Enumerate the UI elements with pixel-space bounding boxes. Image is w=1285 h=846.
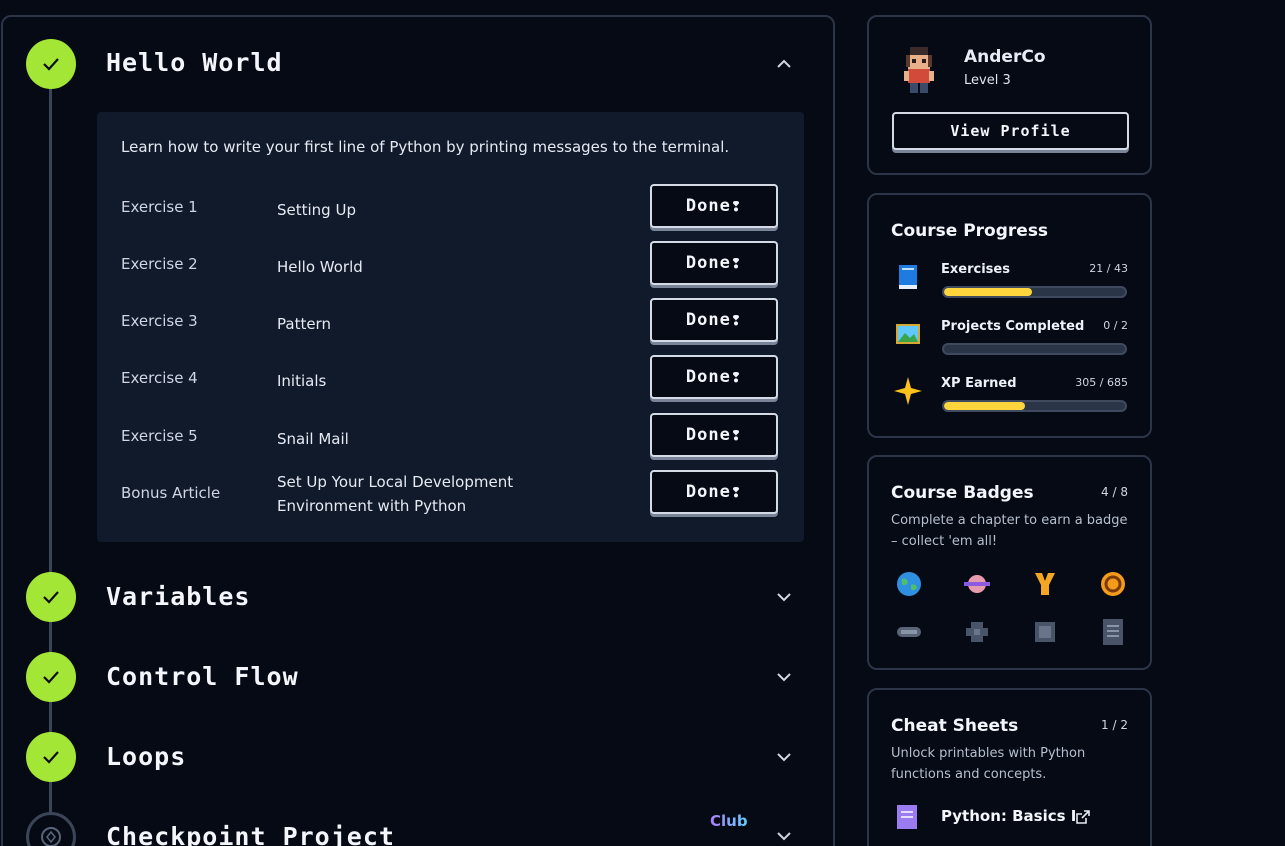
loop-badge-icon[interactable] <box>1098 569 1128 599</box>
chapter-title-hello-world[interactable]: Hello World <box>106 48 283 77</box>
cheat-sheets-title: Cheat Sheets <box>891 716 1019 736</box>
progress-bar <box>942 343 1127 355</box>
book-icon <box>899 265 917 289</box>
avatar <box>904 47 934 93</box>
trophy-badge-icon[interactable] <box>1030 569 1060 599</box>
progress-value: 305 / 685 <box>1075 376 1128 389</box>
chapter-complete-check-icon <box>26 572 76 622</box>
landscape-icon <box>896 324 920 344</box>
progress-value: 21 / 43 <box>1089 262 1128 275</box>
profile-card: AnderCo Level 3 View Profile <box>867 15 1152 175</box>
exercise-row: Exercise 5 Snail Mail Done❢ <box>97 413 804 459</box>
chapter-content-panel: Learn how to write your first line of Py… <box>97 112 804 542</box>
chip-badge-icon[interactable] <box>1030 617 1060 647</box>
progress-label: Projects Completed <box>941 319 1085 334</box>
chapter-complete-check-icon <box>26 39 76 89</box>
external-link-icon[interactable] <box>1075 809 1091 825</box>
exercise-done-button[interactable]: Done❢ <box>650 470 778 514</box>
progress-row-xp: XP Earned 305 / 685 <box>869 376 1150 426</box>
cheat-sheet-link[interactable]: Python: Basics I <box>941 807 1076 825</box>
planet-badge-icon[interactable] <box>962 569 992 599</box>
exercise-name[interactable]: Setting Up <box>277 198 356 222</box>
exercise-name[interactable]: Initials <box>277 369 326 393</box>
course-progress-title: Course Progress <box>891 221 1049 241</box>
bonus-article-row: Bonus Article Set Up Your Local Developm… <box>97 470 804 516</box>
exercise-number: Bonus Article <box>121 484 221 502</box>
progress-bar <box>942 400 1127 412</box>
progress-label: XP Earned <box>941 376 1017 391</box>
exercise-number: Exercise 4 <box>121 369 198 387</box>
progress-bar-fill <box>944 288 1033 296</box>
exercise-name[interactable]: Hello World <box>277 255 363 279</box>
chapter-title-control-flow[interactable]: Control Flow <box>106 662 299 691</box>
exercise-done-button[interactable]: Done❢ <box>650 241 778 285</box>
exercise-name-line: Set Up Your Local Development <box>277 473 514 491</box>
cheat-sheets-card: Cheat Sheets 1 / 2 Unlock printables wit… <box>867 688 1152 846</box>
exercise-done-button[interactable]: Done❢ <box>650 355 778 399</box>
exercise-row: Exercise 1 Setting Up Done❢ <box>97 184 804 230</box>
globe-badge-icon[interactable] <box>894 569 924 599</box>
chevron-down-icon[interactable] <box>773 825 795 846</box>
exercise-name[interactable]: Snail Mail <box>277 427 349 451</box>
badges-subtitle: Complete a chapter to earn a badge – col… <box>891 513 1128 549</box>
document-badge-icon[interactable] <box>1098 617 1128 647</box>
club-tag: Club <box>710 812 748 830</box>
exercise-row: Exercise 4 Initials Done❢ <box>97 355 804 401</box>
exercise-number: Exercise 2 <box>121 255 198 273</box>
star-icon <box>894 377 922 405</box>
course-badges-title: Course Badges <box>891 483 1034 503</box>
exercise-number: Exercise 3 <box>121 312 198 330</box>
gear-badge-icon[interactable] <box>962 617 992 647</box>
chapter-title-checkpoint-project[interactable]: Checkpoint Project <box>106 822 395 846</box>
progress-row-exercises: Exercises 21 / 43 <box>869 262 1150 312</box>
exercise-done-button[interactable]: Done❢ <box>650 413 778 457</box>
chevron-down-icon[interactable] <box>773 746 795 768</box>
exercise-done-button[interactable]: Done❢ <box>650 298 778 342</box>
profile-username: AnderCo <box>964 47 1046 67</box>
chapter-description: Learn how to write your first line of Py… <box>121 138 730 156</box>
course-progress-card: Course Progress Exercises 21 / 43 Projec… <box>867 193 1152 438</box>
exercise-name[interactable]: Pattern <box>277 312 331 336</box>
exercise-name[interactable]: Set Up Your Local Development Environmen… <box>277 470 513 518</box>
cheat-sheets-subtitle: Unlock printables with Python functions … <box>891 746 1086 782</box>
progress-bar <box>942 286 1127 298</box>
exercise-done-button[interactable]: Done❢ <box>650 184 778 228</box>
chapter-complete-check-icon <box>26 732 76 782</box>
chevron-down-icon[interactable] <box>773 666 795 688</box>
badges-count: 4 / 8 <box>1101 485 1128 499</box>
progress-row-projects: Projects Completed 0 / 2 <box>869 319 1150 369</box>
profile-level: Level 3 <box>964 73 1011 88</box>
chevron-down-icon[interactable] <box>773 586 795 608</box>
exercise-number: Exercise 5 <box>121 427 198 445</box>
course-badges-card: Course Badges 4 / 8 Complete a chapter t… <box>867 455 1152 670</box>
chapter-locked-icon <box>26 812 76 846</box>
chapter-title-variables[interactable]: Variables <box>106 582 250 611</box>
view-profile-button[interactable]: View Profile <box>892 112 1129 150</box>
capsule-badge-icon[interactable] <box>894 617 924 647</box>
chevron-up-icon[interactable] <box>773 53 795 75</box>
progress-label: Exercises <box>941 262 1010 277</box>
exercise-row: Exercise 2 Hello World Done❢ <box>97 241 804 287</box>
progress-value: 0 / 2 <box>1103 319 1128 332</box>
exercise-name-line: Environment with Python <box>277 497 467 515</box>
chapter-complete-check-icon <box>26 652 76 702</box>
exercise-row: Exercise 3 Pattern Done❢ <box>97 298 804 344</box>
cheat-sheets-count: 1 / 2 <box>1101 718 1128 732</box>
chapter-title-loops[interactable]: Loops <box>106 742 186 771</box>
timeline-line <box>49 77 52 837</box>
exercise-number: Exercise 1 <box>121 198 198 216</box>
document-icon <box>897 805 917 829</box>
course-syllabus-panel: Hello World Learn how to write your firs… <box>1 15 835 846</box>
progress-bar-fill <box>944 402 1025 410</box>
